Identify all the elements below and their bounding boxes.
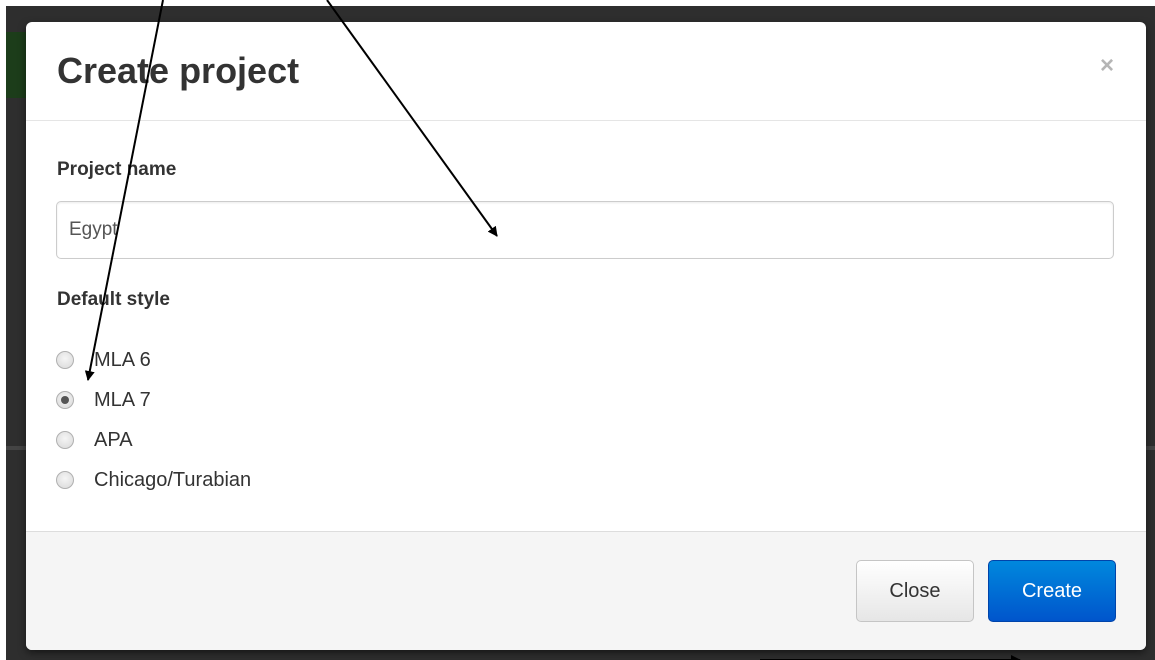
radio-label: APA (94, 428, 133, 451)
close-button[interactable]: Close (856, 560, 974, 622)
radio-label: MLA 7 (94, 388, 151, 411)
default-style-label: Default style (57, 289, 170, 310)
radio-label: Chicago/Turabian (94, 468, 252, 491)
radio-button[interactable] (56, 431, 74, 449)
dialog-footer: Close Create (26, 531, 1146, 650)
radio-button[interactable] (56, 471, 74, 489)
background-page-fragment (6, 32, 28, 98)
create-project-dialog: Create project × Project name Default st… (26, 22, 1146, 650)
radio-label: MLA 6 (94, 348, 151, 371)
dialog-body: Project name Default style MLA 6 MLA 7 A… (26, 121, 1146, 531)
radio-button[interactable] (56, 351, 74, 369)
close-icon[interactable]: × (1100, 52, 1114, 80)
dialog-title: Create project (57, 50, 300, 91)
dialog-header: Create project × (26, 22, 1146, 121)
create-button[interactable]: Create (988, 560, 1116, 622)
project-name-input[interactable] (56, 201, 1114, 259)
style-option-mla7[interactable]: MLA 7 (56, 385, 151, 415)
style-option-chicago[interactable]: Chicago/Turabian (56, 465, 251, 495)
radio-button-selected[interactable] (56, 391, 74, 409)
style-option-mla6[interactable]: MLA 6 (56, 345, 151, 375)
style-option-apa[interactable]: APA (56, 425, 133, 455)
project-name-label: Project name (57, 159, 177, 180)
